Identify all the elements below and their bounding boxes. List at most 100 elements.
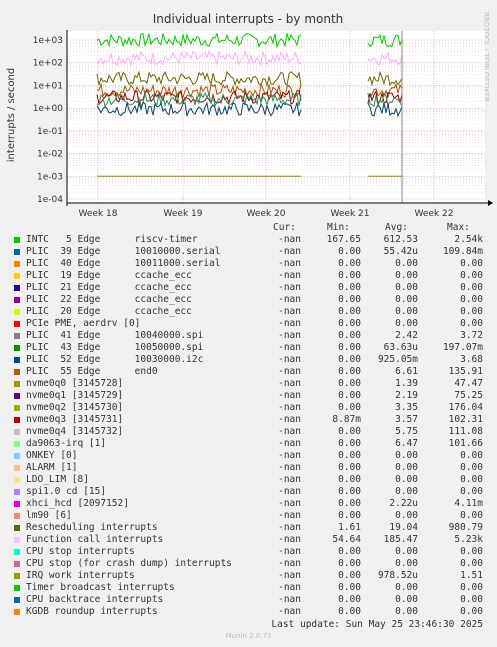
legend-row: Function call interrupts -nan 54.64 185.47 5… xyxy=(0,534,497,546)
legend-header-max: Max: xyxy=(447,222,470,233)
legend-row: nvme0q4 [3145732] -nan 0.00 5.75 111.08 xyxy=(0,426,497,438)
legend-min: 0.00 xyxy=(338,246,361,257)
legend-min: 54.64 xyxy=(332,534,361,545)
legend-min: 0.00 xyxy=(338,498,361,509)
legend-max: 1.51 xyxy=(460,570,483,581)
legend-header-min: Min: xyxy=(327,222,350,233)
legend-row: CPU stop (for crash dump) interrupts -nan… xyxy=(0,558,497,570)
legend-series-name: da9063-irq [1] xyxy=(26,438,107,449)
legend-swatch xyxy=(14,429,20,435)
legend-cur: -nan xyxy=(278,258,301,269)
legend-cur: -nan xyxy=(278,414,301,425)
legend-max: 2.54k xyxy=(454,234,483,245)
legend-swatch xyxy=(14,261,20,267)
legend-min: 0.00 xyxy=(338,342,361,353)
legend-min: 0.00 xyxy=(338,558,361,569)
legend-max: 0.00 xyxy=(460,318,483,329)
legend-min: 0.00 xyxy=(338,366,361,377)
legend-series-name: IRQ work interrupts xyxy=(26,570,135,581)
legend-swatch xyxy=(14,525,20,531)
legend-min: 0.00 xyxy=(338,450,361,461)
legend-swatch xyxy=(14,393,20,399)
legend-min: 0.00 xyxy=(338,426,361,437)
legend-cur: -nan xyxy=(278,474,301,485)
legend-cur: -nan xyxy=(278,366,301,377)
legend-min: 8.87m xyxy=(332,414,361,425)
legend-swatch xyxy=(14,561,20,567)
legend-series-name: PLIC 21 Edge ccache_ecc xyxy=(26,282,192,293)
legend-series-name: xhci_hcd [2097152] xyxy=(26,498,129,509)
legend-swatch xyxy=(14,345,20,351)
legend-max: 0.00 xyxy=(460,270,483,281)
legend-min: 0.00 xyxy=(338,330,361,341)
legend-swatch xyxy=(14,333,20,339)
legend-row: xhci_hcd [2097152] -nan 0.00 2.22u 4.11m xyxy=(0,498,497,510)
x-tick-label: Week 22 xyxy=(415,209,454,219)
legend-avg: 0.00 xyxy=(395,282,418,293)
legend-cur: -nan xyxy=(278,486,301,497)
legend-cur: -nan xyxy=(278,450,301,461)
legend-row: spi1.0 cd [15] -nan 0.00 0.00 0.00 xyxy=(0,486,497,498)
legend-min: 1.61 xyxy=(338,522,361,533)
legend-cur: -nan xyxy=(278,390,301,401)
legend-avg: 0.00 xyxy=(395,486,418,497)
legend-cur: -nan xyxy=(278,306,301,317)
legend-min: 0.00 xyxy=(338,546,361,557)
legend-max: 0.00 xyxy=(460,486,483,497)
legend-max: 111.08 xyxy=(448,426,483,437)
legend-min: 0.00 xyxy=(338,474,361,485)
legend-cur: -nan xyxy=(278,426,301,437)
legend-row: LDO_LIM [8] -nan 0.00 0.00 0.00 xyxy=(0,474,497,486)
legend-max: 980.79 xyxy=(448,522,483,533)
legend-swatch xyxy=(14,285,20,291)
legend-row: IRQ work interrupts -nan 0.00 978.52u 1.51 xyxy=(0,570,497,582)
legend-series-name: PLIC 55 Edge end0 xyxy=(26,366,158,377)
legend-max: 0.00 xyxy=(460,450,483,461)
legend-row: lm90 [6] -nan 0.00 0.00 0.00 xyxy=(0,510,497,522)
legend-series-name: PLIC 41 Edge 10040000.spi xyxy=(26,330,204,341)
legend-row: PLIC 52 Edge 10030000.i2c -nan 0.00 925.05m… xyxy=(0,354,497,366)
legend-max: 135.91 xyxy=(448,366,483,377)
legend-max: 3.72 xyxy=(460,330,483,341)
legend-row: PLIC 39 Edge 10010000.serial -nan 0.00 55.4… xyxy=(0,246,497,258)
legend-cur: -nan xyxy=(278,570,301,581)
legend-series-name: Rescheduling interrupts xyxy=(26,522,158,533)
legend-swatch xyxy=(14,477,20,483)
legend-row: PCIe PME, aerdrv [0] -nan 0.00 0.00 0.00 xyxy=(0,318,497,330)
legend-avg: 6.47 xyxy=(395,438,418,449)
legend-swatch xyxy=(14,441,20,447)
x-tick-label: Week 21 xyxy=(331,209,370,219)
legend-max: 197.07m xyxy=(442,342,483,353)
y-tick-label: 1e+00 xyxy=(33,104,64,114)
legend-row: nvme0q2 [3145730] -nan 0.00 3.35 176.04 xyxy=(0,402,497,414)
legend-avg: 3.57 xyxy=(395,414,418,425)
legend-header-cur: Cur: xyxy=(273,222,296,233)
legend-min: 167.65 xyxy=(326,234,361,245)
legend-avg: 0.00 xyxy=(395,606,418,617)
legend-min: 0.00 xyxy=(338,354,361,365)
legend-row: PLIC 41 Edge 10040000.spi -nan 0.00 2.42 3.7… xyxy=(0,330,497,342)
legend-series-name: PLIC 19 Edge ccache_ecc xyxy=(26,270,192,281)
legend-min: 0.00 xyxy=(338,258,361,269)
legend-avg: 2.42 xyxy=(395,330,418,341)
legend-min: 0.00 xyxy=(338,270,361,281)
legend-cur: -nan xyxy=(278,246,301,257)
legend-cur: -nan xyxy=(278,402,301,413)
legend-max: 101.66 xyxy=(448,438,483,449)
legend-avg: 0.00 xyxy=(395,306,418,317)
legend-cur: -nan xyxy=(278,558,301,569)
legend-max: 75.25 xyxy=(454,390,483,401)
munin-version: Munin 2.0.73 xyxy=(225,632,272,640)
last-update: Last update: Sun May 25 23:46:30 2025 xyxy=(271,619,483,630)
legend-avg: 63.63u xyxy=(383,342,418,353)
legend-cur: -nan xyxy=(278,318,301,329)
legend-row: PLIC 40 Edge 10011000.serial -nan 0.00 0.00… xyxy=(0,258,497,270)
legend-max: 102.31 xyxy=(448,414,483,425)
legend-cur: -nan xyxy=(278,510,301,521)
legend-avg: 0.00 xyxy=(395,318,418,329)
chart-title: Individual interrupts - by month xyxy=(153,12,344,26)
legend-min: 0.00 xyxy=(338,594,361,605)
legend-max: 0.00 xyxy=(460,594,483,605)
legend-swatch xyxy=(14,513,20,519)
legend-max: 0.00 xyxy=(460,258,483,269)
